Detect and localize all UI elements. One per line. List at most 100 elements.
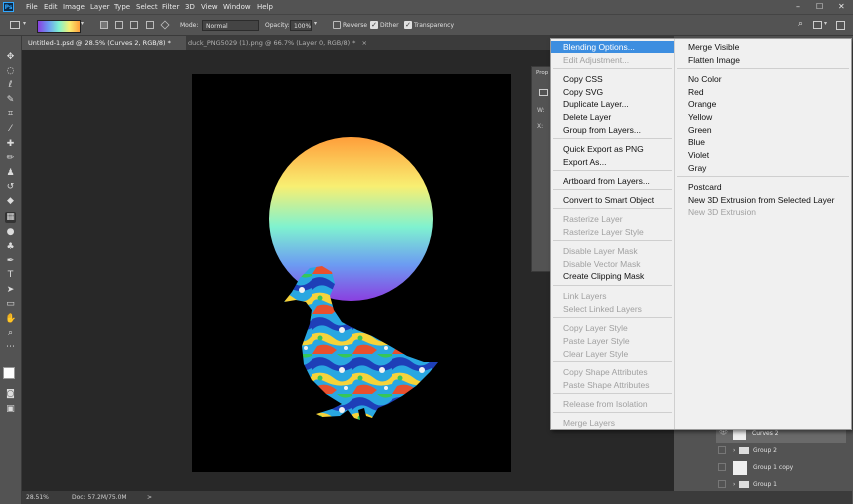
share-icon[interactable] [836,21,845,30]
tools-panel: ✥ ◌ ℓ ✎ ⌗ ⁄ ✚ ✏ ♟ ↺ ◆ ▦ ● ♣ ✒ T ➤ ▭ ✋ ⌕ … [0,36,22,504]
visibility-toggle[interactable] [718,463,726,471]
menu-item-group-from-layers[interactable]: Group from Layers... [563,124,641,136]
history-brush-icon[interactable]: ↺ [5,182,16,193]
menu-item-green[interactable]: Green [688,124,712,136]
menu-item-merge-visible[interactable]: Merge Visible [688,41,739,53]
menu-item-quick-export-png[interactable]: Quick Export as PNG [563,143,644,155]
gradient-preview[interactable] [37,20,81,33]
menu-item-artboard-from-layers[interactable]: Artboard from Layers... [563,175,650,187]
menu-item-gray[interactable]: Gray [688,162,706,174]
layer-row[interactable]: Group 1 copy [715,459,845,478]
crop-tool-icon[interactable]: ⌗ [5,109,16,120]
reverse-checkbox[interactable] [333,21,341,29]
healing-tool-icon[interactable]: ✚ [5,139,16,150]
layer-row[interactable]: › Group 2 [715,443,845,460]
foreground-color-swatch[interactable] [3,367,15,379]
angle-gradient-icon[interactable] [130,21,138,29]
menu-item-orange[interactable]: Orange [688,98,716,110]
shape-tool-icon[interactable]: ▭ [5,299,16,310]
dither-checkbox[interactable]: ✓ [370,21,378,29]
menu-3d[interactable]: 3D [185,0,195,14]
search-icon[interactable]: ⌕ [798,19,803,29]
path-select-tool-icon[interactable]: ➤ [5,285,16,296]
mode-select[interactable]: Normal [202,20,259,31]
minimize-icon[interactable]: – [796,0,800,14]
workspace-icon[interactable] [813,21,822,29]
status-menu-arrow[interactable]: > [147,491,152,504]
close-icon[interactable]: ✕ [838,0,845,14]
menu-view[interactable]: View [201,0,218,14]
eraser-tool-icon[interactable]: ◆ [5,196,16,207]
photoshop-logo-icon[interactable]: Ps [3,2,14,12]
brush-tool-icon[interactable]: ✏ [5,153,16,164]
blur-tool-icon[interactable]: ● [5,227,16,238]
layer-name: Group 1 copy [753,464,794,471]
reflected-gradient-icon[interactable] [146,21,154,29]
options-bar: ▾ ▾ Mode: Normal Opacity: 100% ▾ Reverse… [0,14,853,36]
tab-untitled-1[interactable]: Untitled-1.psd @ 28.5% (Curves 2, RGB/8)… [22,36,186,61]
diamond-gradient-icon[interactable] [160,20,170,30]
radial-gradient-icon[interactable] [115,21,123,29]
menu-item-violet[interactable]: Violet [688,149,709,161]
tab-close-icon[interactable]: × [362,39,367,47]
menu-item-new-3d-extrusion-selected[interactable]: New 3D Extrusion from Selected Layer [688,194,834,206]
menu-edit[interactable]: Edit [44,0,58,14]
menu-filter[interactable]: Filter [162,0,179,14]
visibility-toggle[interactable] [718,480,726,488]
menu-item-postcard[interactable]: Postcard [688,181,722,193]
chevron-right-icon[interactable]: › [733,443,735,459]
menu-item-no-color[interactable]: No Color [688,73,722,85]
menu-item-create-clipping-mask[interactable]: Create Clipping Mask [563,270,644,282]
menu-item-blending-options[interactable]: Blending Options... [551,41,674,53]
marquee-tool-icon[interactable]: ◌ [5,66,16,77]
type-tool-icon[interactable]: T [5,270,16,281]
menu-item-rasterize-layer: Rasterize Layer [563,214,623,224]
quick-mask-icon[interactable]: ◙ [5,389,16,400]
menu-help[interactable]: Help [257,0,273,14]
menu-item-duplicate-layer[interactable]: Duplicate Layer... [563,98,629,110]
pen-tool-icon[interactable]: ✒ [5,256,16,267]
chevron-down-icon[interactable]: ▾ [824,20,827,27]
zoom-level[interactable]: 28.51% [26,491,49,504]
menu-type[interactable]: Type [114,0,130,14]
hand-tool-icon[interactable]: ✋ [5,314,16,325]
menu-file[interactable]: File [26,0,38,14]
menu-item-export-as[interactable]: Export As... [563,156,606,168]
menu-item-yellow[interactable]: Yellow [688,111,712,123]
menu-separator [677,176,849,177]
maximize-icon[interactable]: ☐ [816,0,823,14]
menu-item-red[interactable]: Red [688,86,704,98]
lasso-tool-icon[interactable]: ℓ [5,80,16,91]
menu-image[interactable]: Image [63,0,85,14]
menu-item-copy-svg[interactable]: Copy SVG [563,86,603,98]
menu-item-convert-smart-object[interactable]: Convert to Smart Object [563,194,654,206]
linear-gradient-icon[interactable] [100,21,108,29]
menu-item-delete-layer[interactable]: Delete Layer [563,111,611,123]
gradient-tool-icon[interactable]: ▦ [5,212,16,223]
zoom-tool-icon[interactable]: ⌕ [5,328,16,339]
move-tool-icon[interactable]: ✥ [5,52,16,63]
chevron-down-icon[interactable]: ▾ [314,20,317,27]
more-tools-icon[interactable]: ⋯ [5,342,16,353]
screen-mode-icon[interactable]: ▣ [5,404,16,415]
menu-item-copy-css[interactable]: Copy CSS [563,73,603,85]
dodge-tool-icon[interactable]: ♣ [5,242,16,253]
menu-item-flatten-image[interactable]: Flatten Image [688,54,740,66]
menu-layer[interactable]: Layer [90,0,110,14]
opacity-input[interactable]: 100% [290,20,312,31]
gradient-tool-preset-icon[interactable] [10,21,20,29]
menu-select[interactable]: Select [136,0,158,14]
menu-item-copy-shape-attributes: Copy Shape Attributes [563,367,648,377]
eyedropper-tool-icon[interactable]: ⁄ [5,124,16,135]
menu-item-edit-adjustment: Edit Adjustment... [563,55,630,65]
chevron-down-icon[interactable]: ▾ [23,20,26,27]
menu-window[interactable]: Window [223,0,251,14]
tab-duck-png[interactable]: duck_PNG5029 (1).png @ 66.7% (Layer 0, R… [182,36,374,50]
menu-item-blue[interactable]: Blue [688,136,705,148]
visibility-toggle[interactable] [718,446,726,454]
transparency-checkbox[interactable]: ✓ [404,21,412,29]
chevron-down-icon[interactable]: ▾ [81,20,84,27]
stamp-tool-icon[interactable]: ♟ [5,168,16,179]
quick-select-tool-icon[interactable]: ✎ [5,95,16,106]
document-canvas[interactable] [192,74,511,472]
